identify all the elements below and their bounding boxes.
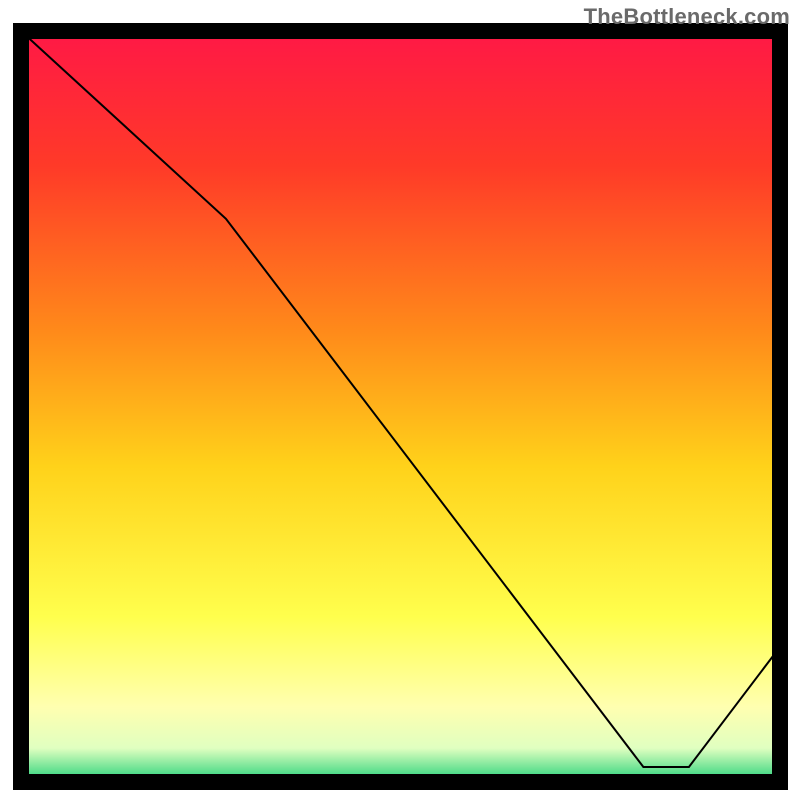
plot-background: [21, 31, 780, 782]
bottleneck-chart: [0, 0, 800, 800]
watermark-text: TheBottleneck.com: [584, 4, 790, 30]
